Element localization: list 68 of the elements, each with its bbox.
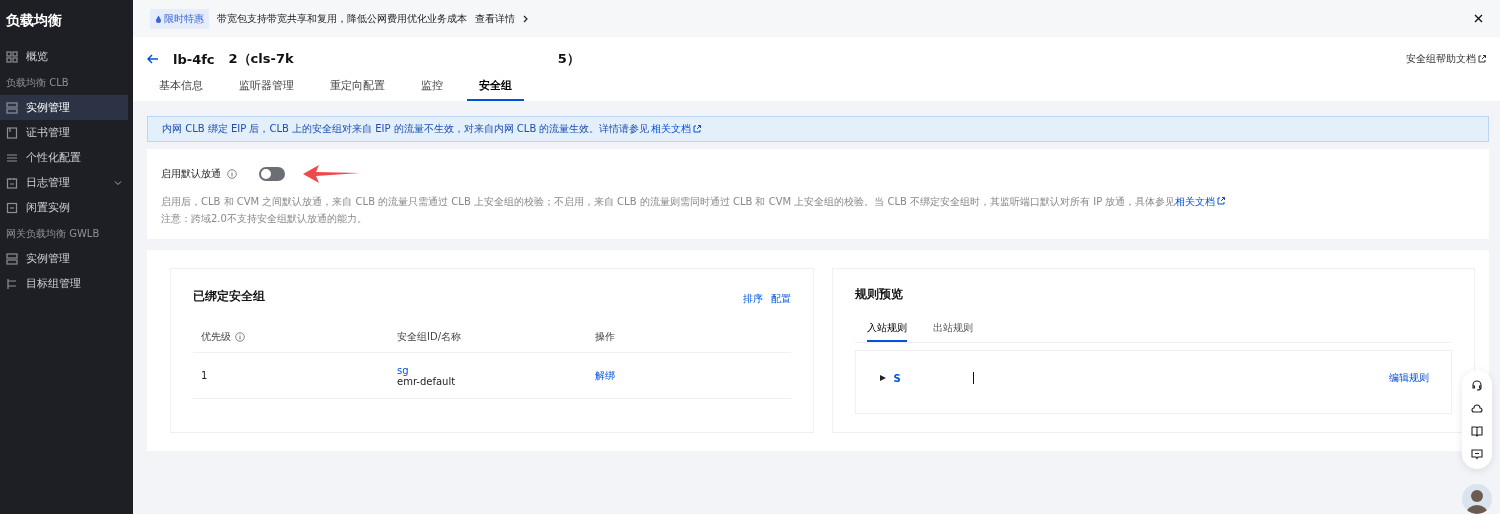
sidebar-item[interactable]: 证书管理: [0, 120, 128, 145]
list-icon: [6, 101, 18, 114]
sidebar-item[interactable]: 闲置实例: [0, 195, 128, 220]
cloud-icon[interactable]: [1471, 402, 1483, 414]
notice-text: 内网 CLB 绑定 EIP 后，CLB 上的安全组对来自 EIP 的流量不生效，对来自内网 CLB 的流量生效。详情请参见: [162, 122, 650, 136]
docs-link[interactable]: 相关文档: [651, 122, 692, 136]
action-link[interactable]: 配置: [770, 293, 791, 304]
sidebar-section-label: 网关负载均衡 GWLB: [5, 227, 101, 241]
avatar[interactable]: [1462, 484, 1492, 514]
calendar-icon: [6, 176, 18, 189]
document-icon: [6, 126, 18, 139]
panel-title: 规则预览: [854, 287, 904, 302]
tab[interactable]: 出站规则: [932, 316, 973, 342]
sidebar-item[interactable]: 实例管理: [0, 95, 128, 120]
tab[interactable]: 监听器管理: [227, 74, 306, 101]
external-link-icon: [1478, 55, 1486, 63]
back-arrow-icon[interactable]: [147, 54, 159, 64]
caret-icon[interactable]: [879, 375, 886, 381]
app-title: 负载均衡: [5, 11, 63, 30]
sidebar-item[interactable]: 实例管理: [0, 246, 128, 271]
grid-icon: [6, 50, 18, 63]
column-header: 操作: [595, 330, 615, 344]
help-doc-link[interactable]: 安全组帮助文档: [1406, 52, 1486, 66]
info-icon: [227, 169, 237, 179]
note-text: 注意：跨域2.0不支持安全组默认放通的能力。: [161, 212, 368, 226]
details-link[interactable]: 查看详情: [475, 11, 515, 26]
info-icon: [235, 332, 245, 342]
sidebar-item[interactable]: 目标组管理: [0, 271, 128, 296]
tab[interactable]: 监控: [409, 74, 455, 101]
group-id-link[interactable]: sg: [397, 364, 579, 376]
instance-title: lb-4fc: [173, 51, 215, 67]
list-icon: [6, 252, 18, 265]
tab[interactable]: 基本信息: [147, 74, 215, 101]
tree-icon: [6, 277, 18, 290]
edit-rules-link[interactable]: 编辑规则: [1389, 371, 1429, 385]
external-link-icon: [1217, 197, 1226, 205]
column-header: 优先级: [201, 330, 231, 344]
sidebar-item[interactable]: 概览: [0, 44, 128, 69]
unbind-link[interactable]: 解绑: [595, 368, 783, 383]
action-link[interactable]: 排序: [742, 293, 763, 304]
tab[interactable]: 入站规则: [866, 316, 907, 342]
instance-title: 5）: [557, 50, 580, 68]
group-name: emr-default: [397, 375, 457, 387]
chat-icon[interactable]: [1471, 448, 1483, 460]
close-icon[interactable]: [1474, 14, 1483, 23]
sliders-icon: [6, 151, 18, 164]
external-link-icon: [693, 125, 702, 133]
sidebar-item[interactable]: 个性化配置: [0, 145, 128, 170]
instance-title: 2（cls-7k: [228, 50, 294, 68]
chevron-right-icon: [523, 14, 529, 23]
sidebar-section-label: 负载均衡 CLB: [5, 76, 70, 90]
docs-link[interactable]: 相关文档: [1175, 196, 1216, 207]
headset-icon[interactable]: [1471, 379, 1483, 391]
promo-badge: 限时特惠: [150, 8, 209, 29]
panel-title: 已绑定安全组: [193, 289, 265, 304]
description-text: 启用后，CLB 和 CVM 之间默认放通，来自 CLB 的流量只需通过 CLB 上安全组的校验；不启用，来自 CLB 的流量则需同时通过 CLB 和 CVM 上安全组的校验。当 CLB 不绑定安全组时，其监听端口默认对所有 IP 放通，具体参见相关文档: [161, 193, 1475, 210]
tab[interactable]: 重定向配置: [318, 74, 397, 101]
tab[interactable]: 安全组: [467, 74, 524, 101]
toggle-switch[interactable]: [259, 167, 285, 181]
sidebar-item[interactable]: 日志管理: [0, 170, 128, 195]
promo-text: 带宽包支持带宽共享和复用，降低公网费用优化业务成本: [217, 11, 467, 26]
box-icon: [6, 201, 18, 214]
rule-name-link[interactable]: S: [893, 372, 901, 384]
priority-cell-text: 1: [201, 370, 209, 381]
drop-icon: [155, 14, 162, 23]
column-header: 安全组ID/名称: [397, 330, 462, 344]
toggle-label: 启用默认放通: [161, 167, 221, 181]
book-icon[interactable]: [1471, 425, 1483, 437]
